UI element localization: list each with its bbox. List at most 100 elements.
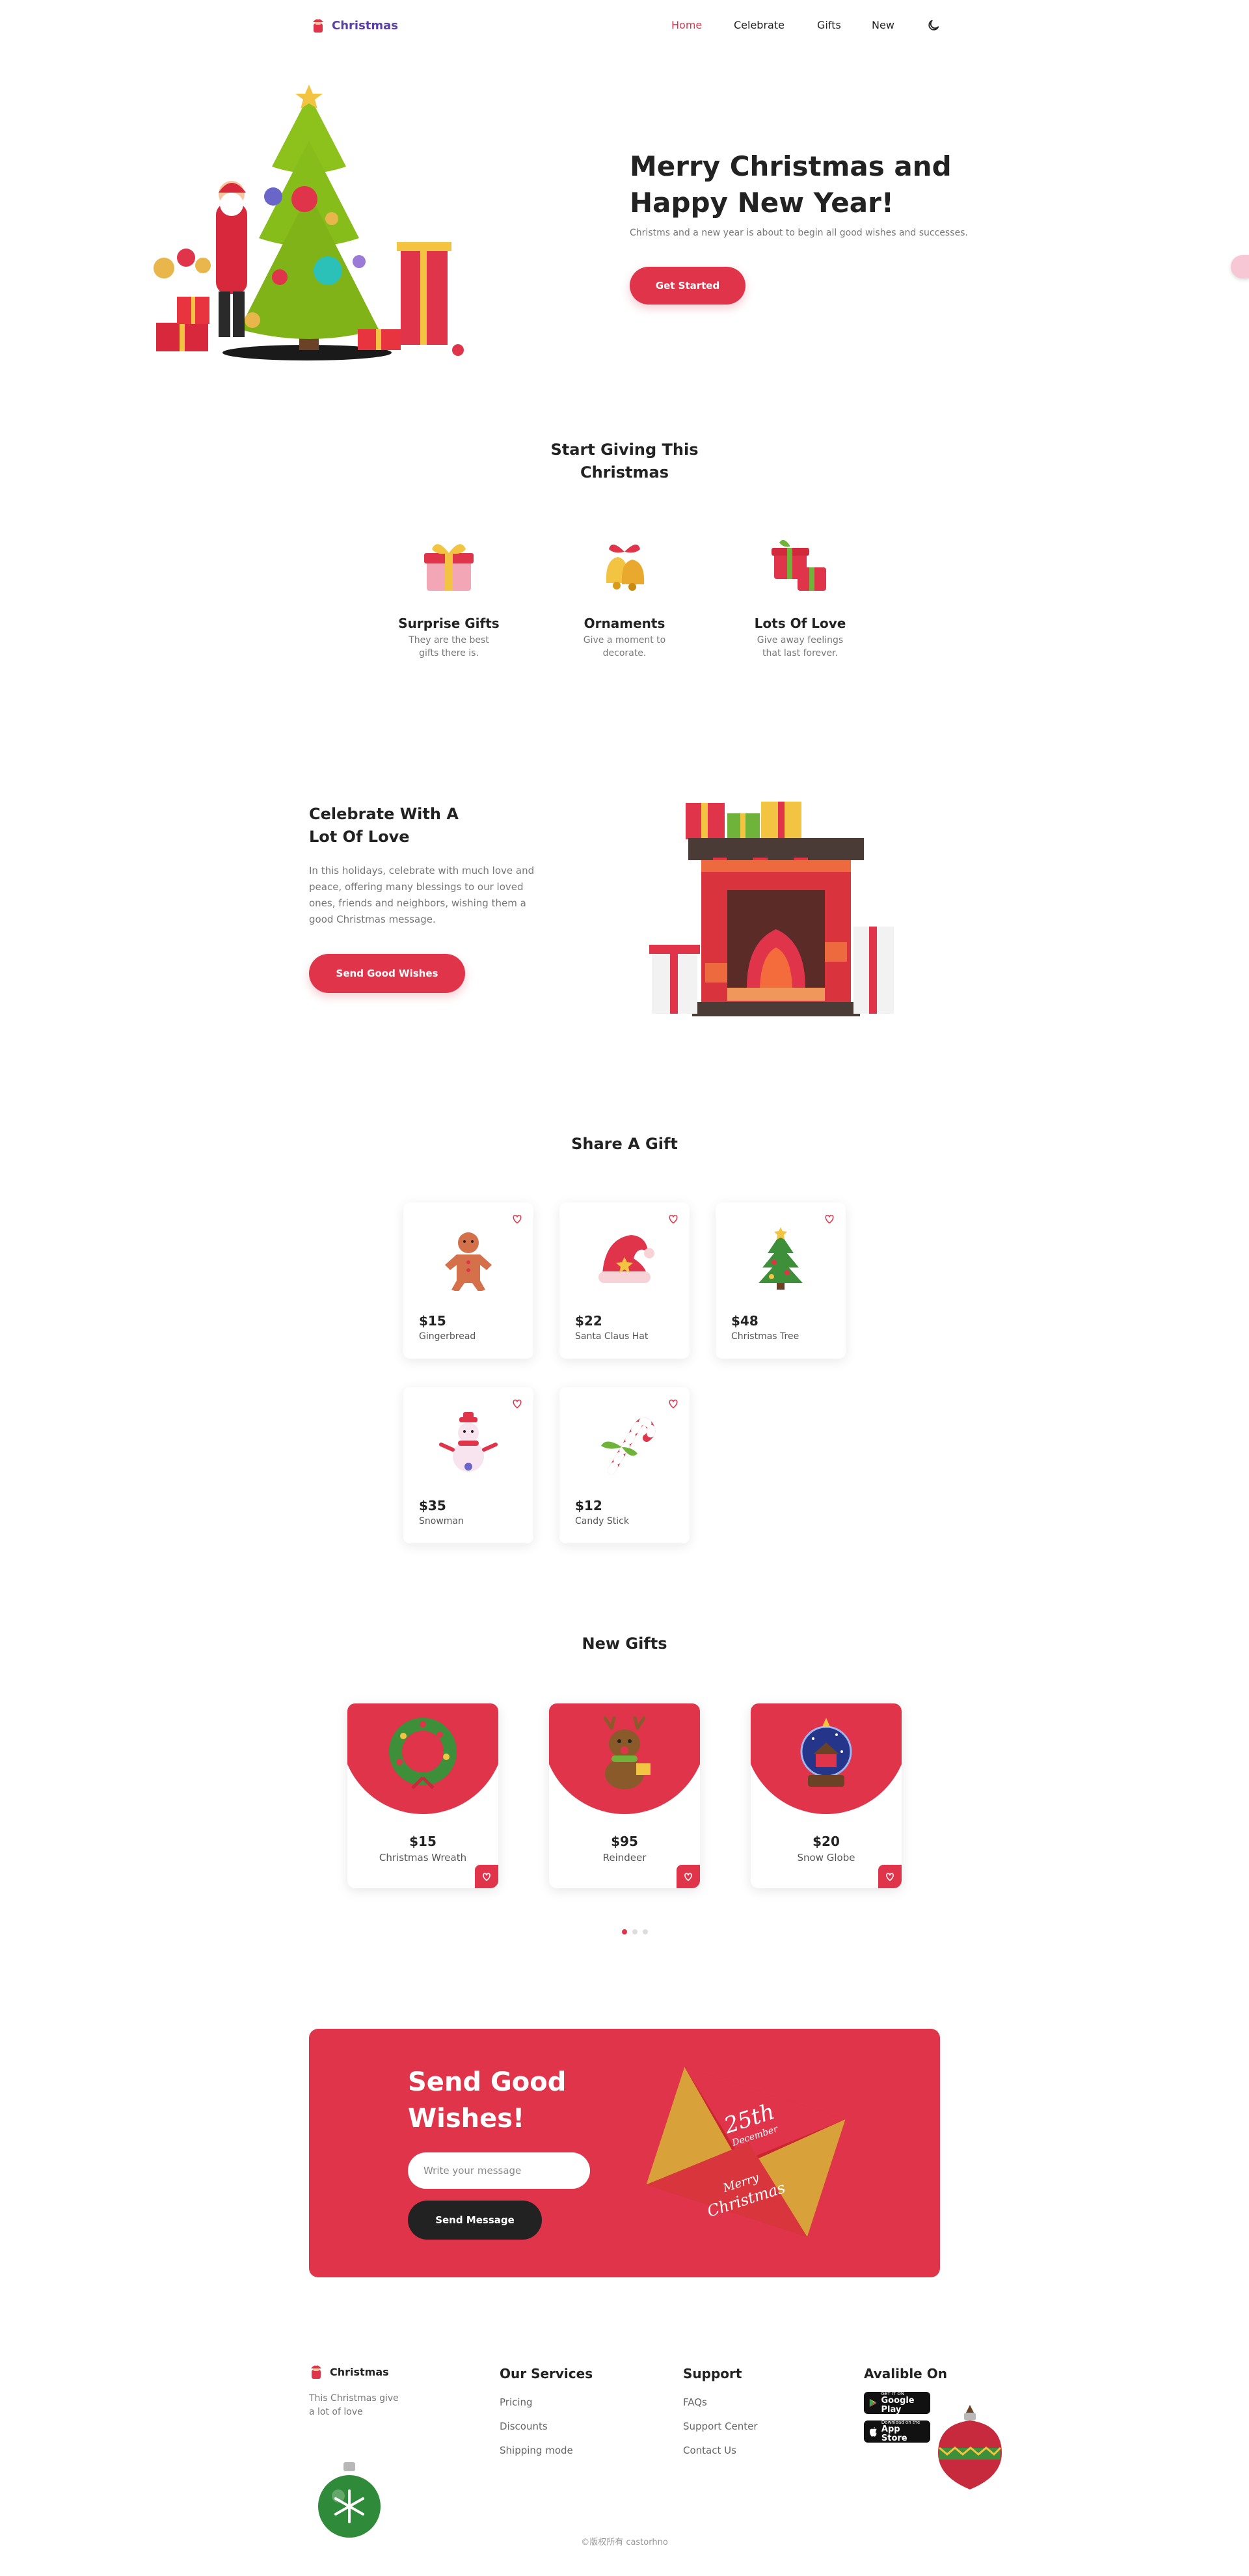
christmas-logo-icon (311, 2363, 321, 2379)
gift-name: Candy Stick (575, 1516, 629, 1526)
feature-desc-line2: decorate. (602, 648, 647, 658)
feature-ornaments: Ornaments Give a moment to decorate. (559, 534, 690, 660)
christmas-logo-icon (313, 17, 323, 33)
feature-desc-line2: gifts there is. (419, 648, 479, 658)
feature-desc-line1: They are the best (409, 635, 489, 645)
footer-tagline: This Christmas give a lot of love (309, 2392, 399, 2419)
logo[interactable]: Christmas (311, 17, 398, 34)
footer-tagline-line1: This Christmas give (309, 2393, 399, 2404)
side-tool-button[interactable] (1231, 255, 1249, 278)
footer-link-faqs[interactable]: FAQs (683, 2396, 707, 2408)
moon-icon[interactable] (926, 18, 941, 33)
wishes-title-line1: Send Good (408, 2067, 567, 2097)
nav-celebrate[interactable]: Celebrate (734, 19, 785, 31)
giving-title: Start Giving This Christmas (494, 439, 755, 484)
message-input[interactable] (408, 2152, 590, 2189)
gift-name: Gingerbread (419, 1331, 476, 1342)
feature-desc-line1: Give a moment to (583, 635, 666, 645)
feature-lots-of-love: Lots Of Love Give away feelings that las… (735, 534, 865, 660)
gift-card[interactable]: $15 Gingerbread (403, 1202, 533, 1359)
pagination-dot[interactable] (622, 1929, 627, 1934)
pagination-dot[interactable] (632, 1929, 638, 1934)
feature-desc: Give a moment to decorate. (559, 634, 690, 660)
christmas-tree-santa-illustration (154, 85, 464, 360)
snowman-image (439, 1412, 498, 1472)
google-play-big: Google Play (881, 2396, 915, 2415)
favorite-button[interactable] (475, 1865, 498, 1888)
app-store-big: App Store (881, 2424, 907, 2443)
new-gift-name: Christmas Wreath (379, 1852, 467, 1864)
send-message-button[interactable]: Send Message (408, 2201, 542, 2240)
nav-new[interactable]: New (872, 19, 894, 31)
wishes-title-line2: Wishes! (408, 2104, 525, 2134)
feature-desc-line2: that last forever. (762, 648, 838, 658)
envelope-illustration (646, 2067, 846, 2237)
get-started-button[interactable]: Get Started (630, 267, 745, 305)
gift-card[interactable]: $22 Santa Claus Hat (559, 1202, 690, 1359)
snow-globe-image (800, 1718, 852, 1787)
new-gift-card[interactable]: $15 Christmas Wreath (347, 1703, 498, 1888)
gift-card[interactable]: $12 Candy Stick (559, 1387, 690, 1543)
hero-subtitle: Christms and a new year is about to begi… (630, 228, 968, 238)
celebrate-text-line3: ones, friends and neighbors, wishing the… (309, 897, 526, 909)
app-store-button[interactable]: Download on the App Store (864, 2420, 930, 2443)
support-title: Support (683, 2366, 742, 2381)
nav-home[interactable]: Home (671, 19, 702, 31)
footer-logo[interactable]: Christmas (309, 2363, 389, 2380)
heart-icon (886, 1873, 894, 1882)
heart-icon[interactable] (511, 1213, 523, 1225)
footer-link-pricing[interactable]: Pricing (500, 2396, 533, 2408)
google-play-text: GET IT ON Google Play (881, 2391, 925, 2415)
send-good-wishes-button[interactable]: Send Good Wishes (309, 954, 465, 993)
new-gift-name: Reindeer (602, 1852, 647, 1864)
footer-link-shipping[interactable]: Shipping mode (500, 2445, 573, 2456)
christmas-wreath-image (389, 1718, 457, 1789)
bells-icon (606, 544, 645, 591)
gift-name: Christmas Tree (731, 1331, 799, 1342)
feature-desc-line1: Give away feelings (757, 635, 844, 645)
footer-tagline-line2: a lot of love (309, 2407, 363, 2417)
celebrate-title-line2: Lot Of Love (309, 828, 410, 846)
app-store-text: Download on the App Store (881, 2420, 925, 2443)
candy-stick-image (601, 1417, 656, 1474)
footer-link-contact[interactable]: Contact Us (683, 2445, 736, 2456)
share-title: Share A Gift (571, 1135, 678, 1153)
favorite-button[interactable] (677, 1865, 700, 1888)
gift-price: $12 (575, 1498, 602, 1513)
copyright: ©版权所有 castorhno (581, 2538, 668, 2547)
gift-price: $48 (731, 1313, 759, 1329)
pagination-dot[interactable] (643, 1929, 648, 1934)
feature-title: Lots Of Love (754, 616, 846, 631)
gift-box-icon (424, 544, 474, 591)
heart-icon (684, 1873, 692, 1882)
new-gift-price: $15 (409, 1834, 436, 1849)
gift-card[interactable]: $35 Snowman (403, 1387, 533, 1543)
celebrate-title: Celebrate With A Lot Of Love (309, 803, 459, 848)
footer-link-support-center[interactable]: Support Center (683, 2420, 758, 2432)
feature-title: Surprise Gifts (398, 616, 500, 631)
favorite-button[interactable] (878, 1865, 902, 1888)
feature-desc: They are the best gifts there is. (384, 634, 514, 660)
fireplace-illustration (649, 802, 894, 1016)
nav-gifts[interactable]: Gifts (817, 19, 841, 31)
hero-title-line1: Merry Christmas and (630, 150, 952, 182)
heart-icon[interactable] (667, 1213, 679, 1225)
feature-title: Ornaments (584, 616, 665, 631)
gift-card[interactable]: $48 Christmas Tree (716, 1202, 846, 1359)
heart-icon[interactable] (667, 1398, 679, 1409)
footer-link-discounts[interactable]: Discounts (500, 2420, 548, 2432)
services-title: Our Services (500, 2366, 593, 2381)
new-gift-card[interactable]: $95 Reindeer (549, 1703, 700, 1888)
apple-icon (869, 2426, 877, 2437)
christmas-tree-image (759, 1227, 803, 1290)
celebrate-text-line1: In this holidays, celebrate with much lo… (309, 865, 535, 876)
heart-icon[interactable] (824, 1213, 835, 1225)
google-play-button[interactable]: GET IT ON Google Play (864, 2391, 930, 2415)
send-wishes-section: Send Good Wishes! Send Message 25th Dece… (309, 2029, 940, 2277)
heart-icon[interactable] (511, 1398, 523, 1409)
available-title: Avalible On (864, 2366, 947, 2381)
celebrate-text-line2: peace, offering many blessings to our lo… (309, 881, 524, 893)
green-ornament-image (318, 2462, 381, 2538)
new-gift-card[interactable]: $20 Snow Globe (751, 1703, 902, 1888)
gift-name: Snowman (419, 1516, 464, 1526)
